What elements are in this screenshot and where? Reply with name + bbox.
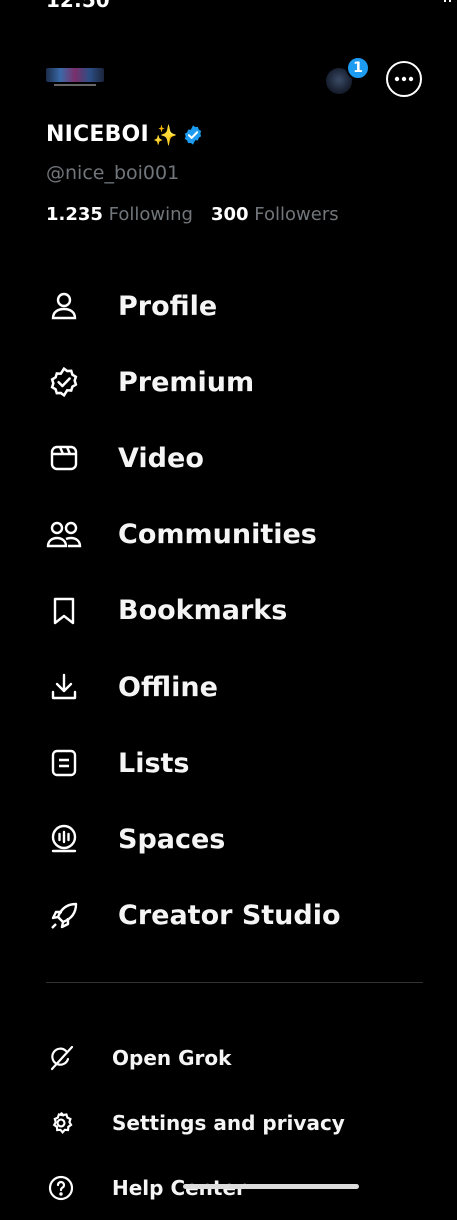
followers-count: 300 xyxy=(210,204,249,225)
signal-icon xyxy=(444,0,451,2)
spaces-icon xyxy=(46,821,82,857)
display-name: NICEBOI xyxy=(46,122,149,147)
menu-item-open-grok[interactable]: Open Grok xyxy=(0,1025,457,1090)
followers-link[interactable]: 300 Followers xyxy=(211,204,339,225)
menu-item-label: Spaces xyxy=(118,823,226,855)
more-options-button[interactable] xyxy=(386,61,422,97)
profile-name-row[interactable]: NICEBOI ✨ xyxy=(46,122,204,147)
menu-item-offline[interactable]: Offline xyxy=(0,649,457,725)
secondary-menu: Open Grok Settings and privacy Help Cent… xyxy=(0,1025,457,1220)
ellipsis-icon xyxy=(394,76,414,82)
video-icon xyxy=(46,440,82,476)
person-icon xyxy=(46,288,82,324)
help-icon xyxy=(46,1173,76,1203)
user-handle: @nice_boi001 xyxy=(46,162,180,184)
sparkle-emoji: ✨ xyxy=(152,122,178,147)
menu-item-label: Creator Studio xyxy=(118,900,341,932)
menu-item-spaces[interactable]: Spaces xyxy=(0,801,457,877)
menu-item-communities[interactable]: Communities xyxy=(0,497,457,573)
bookmark-icon xyxy=(46,593,82,629)
menu-item-creator-studio[interactable]: Creator Studio xyxy=(0,878,457,954)
menu-item-settings[interactable]: Settings and privacy xyxy=(0,1090,457,1155)
menu-item-label: Bookmarks xyxy=(118,595,288,627)
premium-badge-icon xyxy=(46,364,82,400)
grok-icon xyxy=(46,1043,76,1073)
follow-stats: 1.235 Following 300 Followers xyxy=(46,204,339,225)
menu-item-lists[interactable]: Lists xyxy=(0,725,457,801)
menu-item-label: Offline xyxy=(118,671,218,703)
rocket-icon xyxy=(46,898,82,934)
menu-item-label: Open Grok xyxy=(112,1045,232,1070)
menu-item-label: Communities xyxy=(118,519,317,551)
menu-item-profile[interactable]: Profile xyxy=(0,268,457,344)
list-icon xyxy=(46,745,82,781)
status-bar: 12:50 xyxy=(0,0,457,12)
menu-item-label: Video xyxy=(118,442,204,474)
drawer-header: 1 xyxy=(0,56,457,100)
notification-badge: 1 xyxy=(346,56,370,80)
menu-item-label: Premium xyxy=(118,366,255,398)
followers-label: Followers xyxy=(254,204,339,225)
following-link[interactable]: 1.235 Following xyxy=(46,204,193,225)
status-time: 12:50 xyxy=(46,0,110,12)
following-label: Following xyxy=(108,204,193,225)
menu-item-bookmarks[interactable]: Bookmarks xyxy=(0,573,457,649)
menu-item-label: Settings and privacy xyxy=(112,1110,345,1135)
gear-icon xyxy=(46,1108,76,1138)
menu-item-label: Profile xyxy=(118,290,218,322)
following-count: 1.235 xyxy=(46,204,103,225)
avatar[interactable] xyxy=(46,68,104,86)
menu-item-label: Lists xyxy=(118,747,190,779)
home-indicator[interactable] xyxy=(183,1184,359,1189)
main-menu: Profile Premium Video Communities Bookma… xyxy=(0,268,457,954)
menu-item-premium[interactable]: Premium xyxy=(0,344,457,420)
download-icon xyxy=(46,669,82,705)
divider xyxy=(46,982,423,983)
menu-item-video[interactable]: Video xyxy=(0,420,457,496)
verified-badge-icon xyxy=(184,124,201,145)
communities-icon xyxy=(46,517,82,553)
